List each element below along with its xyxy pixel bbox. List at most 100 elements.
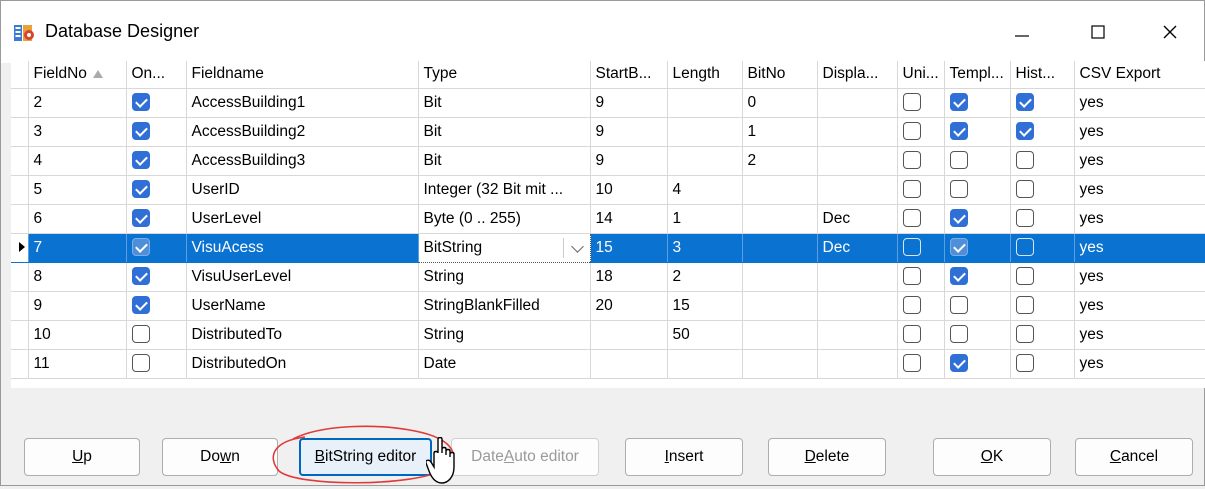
column-header-template[interactable]: Templ... — [944, 61, 1011, 89]
table-row[interactable]: 7 VisuAcess BitString 15 3 Dec yes — [11, 232, 1205, 263]
type-cell[interactable]: Date — [418, 349, 591, 379]
fields-grid[interactable]: FieldNo On... Fieldname Type StartB... L… — [11, 61, 1205, 388]
on-checkbox[interactable] — [131, 122, 150, 141]
table-row[interactable]: 10 DistributedTo String 50 yes — [11, 320, 1205, 350]
history-cell[interactable] — [1010, 233, 1075, 263]
csv-export-cell[interactable]: yes — [1074, 233, 1205, 263]
fieldno-cell[interactable]: 7 — [28, 233, 127, 263]
on-cell[interactable] — [126, 146, 187, 176]
display-cell[interactable] — [817, 175, 898, 205]
bitno-cell[interactable]: 2 — [742, 146, 818, 176]
template-checkbox[interactable] — [949, 122, 968, 141]
ok-button[interactable]: OK — [933, 438, 1051, 476]
unique-checkbox[interactable] — [902, 238, 921, 257]
bitstring-editor-button[interactable]: BitString editor — [299, 438, 432, 476]
row-indicator[interactable] — [11, 262, 29, 292]
row-indicator[interactable] — [11, 117, 29, 147]
csv-export-cell[interactable]: yes — [1074, 291, 1205, 321]
table-row[interactable]: 3 AccessBuilding2 Bit 9 1 yes — [11, 117, 1205, 147]
unique-cell[interactable] — [897, 146, 945, 176]
template-cell[interactable] — [944, 117, 1011, 147]
history-checkbox[interactable] — [1015, 267, 1034, 286]
fieldname-cell[interactable]: AccessBuilding3 — [186, 146, 419, 176]
bitno-cell[interactable]: 1 — [742, 117, 818, 147]
row-indicator[interactable] — [11, 291, 29, 321]
history-checkbox[interactable] — [1015, 151, 1034, 170]
history-checkbox[interactable] — [1015, 93, 1034, 112]
type-cell[interactable]: Integer (32 Bit mit ... — [418, 175, 591, 205]
on-cell[interactable] — [126, 88, 187, 118]
minimize-button[interactable] — [993, 1, 1051, 63]
template-checkbox[interactable] — [949, 325, 968, 344]
column-header-history[interactable]: Hist... — [1010, 61, 1075, 89]
type-cell[interactable]: StringBlankFilled — [418, 291, 591, 321]
length-cell[interactable] — [667, 88, 743, 118]
unique-checkbox[interactable] — [902, 267, 921, 286]
column-header-display[interactable]: Displa... — [817, 61, 898, 89]
maximize-button[interactable] — [1069, 1, 1127, 63]
display-cell[interactable] — [817, 291, 898, 321]
bitno-cell[interactable] — [742, 262, 818, 292]
history-cell[interactable] — [1010, 320, 1075, 350]
row-indicator[interactable] — [11, 349, 29, 379]
table-row[interactable]: 8 VisuUserLevel String 18 2 yes — [11, 262, 1205, 292]
insert-button[interactable]: Insert — [625, 438, 743, 476]
history-checkbox[interactable] — [1015, 209, 1034, 228]
fieldname-cell[interactable]: DistributedOn — [186, 349, 419, 379]
on-checkbox[interactable] — [131, 267, 150, 286]
length-cell[interactable]: 4 — [667, 175, 743, 205]
bitno-cell[interactable] — [742, 233, 818, 263]
on-checkbox[interactable] — [131, 209, 150, 228]
fieldno-cell[interactable]: 9 — [28, 291, 127, 321]
display-cell[interactable] — [817, 117, 898, 147]
fieldname-cell[interactable]: UserLevel — [186, 204, 419, 234]
column-header-csv-export[interactable]: CSV Export — [1074, 61, 1205, 89]
length-cell[interactable]: 15 — [667, 291, 743, 321]
on-checkbox[interactable] — [131, 354, 150, 373]
on-cell[interactable] — [126, 320, 187, 350]
unique-checkbox[interactable] — [902, 209, 921, 228]
unique-cell[interactable] — [897, 349, 945, 379]
unique-cell[interactable] — [897, 320, 945, 350]
display-cell[interactable] — [817, 146, 898, 176]
fieldno-cell[interactable]: 10 — [28, 320, 127, 350]
up-button[interactable]: Up — [24, 438, 140, 476]
length-cell[interactable] — [667, 349, 743, 379]
startbyte-cell[interactable]: 18 — [590, 262, 668, 292]
row-indicator[interactable] — [11, 146, 29, 176]
template-checkbox[interactable] — [949, 238, 968, 257]
row-indicator[interactable] — [11, 175, 29, 205]
template-checkbox[interactable] — [949, 267, 968, 286]
column-header-length[interactable]: Length — [667, 61, 743, 89]
template-checkbox[interactable] — [949, 296, 968, 315]
on-cell[interactable] — [126, 204, 187, 234]
startbyte-cell[interactable]: 9 — [590, 88, 668, 118]
on-checkbox[interactable] — [131, 238, 150, 257]
on-cell[interactable] — [126, 117, 187, 147]
startbyte-cell[interactable]: 15 — [590, 233, 668, 263]
fieldname-cell[interactable]: UserName — [186, 291, 419, 321]
startbyte-cell[interactable]: 9 — [590, 117, 668, 147]
csv-export-cell[interactable]: yes — [1074, 117, 1205, 147]
history-cell[interactable] — [1010, 117, 1075, 147]
template-cell[interactable] — [944, 175, 1011, 205]
unique-checkbox[interactable] — [902, 354, 921, 373]
csv-export-cell[interactable]: yes — [1074, 320, 1205, 350]
fieldname-cell[interactable]: VisuAcess — [186, 233, 419, 263]
csv-export-cell[interactable]: yes — [1074, 204, 1205, 234]
on-checkbox[interactable] — [131, 180, 150, 199]
type-cell[interactable]: Bit — [418, 88, 591, 118]
template-checkbox[interactable] — [949, 180, 968, 199]
unique-cell[interactable] — [897, 291, 945, 321]
unique-cell[interactable] — [897, 262, 945, 292]
unique-checkbox[interactable] — [902, 180, 921, 199]
unique-cell[interactable] — [897, 88, 945, 118]
template-cell[interactable] — [944, 233, 1011, 263]
startbyte-cell[interactable]: 9 — [590, 146, 668, 176]
unique-checkbox[interactable] — [902, 296, 921, 315]
type-cell[interactable]: Bit — [418, 146, 591, 176]
bitno-cell[interactable] — [742, 320, 818, 350]
row-indicator[interactable] — [11, 88, 29, 118]
display-cell[interactable] — [817, 320, 898, 350]
length-cell[interactable] — [667, 146, 743, 176]
